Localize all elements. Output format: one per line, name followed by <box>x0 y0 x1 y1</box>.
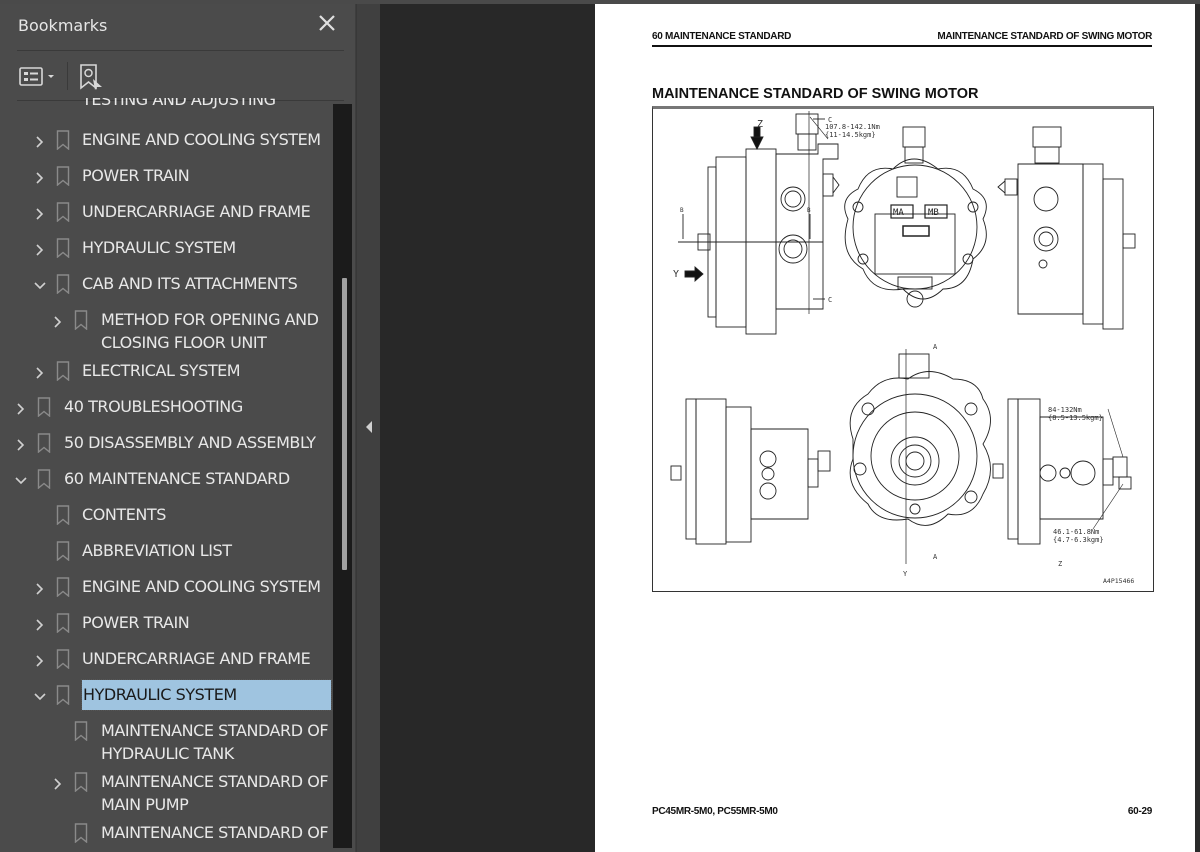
bookmark-icon <box>74 310 88 331</box>
bookmark-label[interactable]: MAINTENANCE STANDARD OF MAIN PUMP <box>101 771 329 816</box>
bookmark-icon <box>56 577 70 598</box>
bookmark-label[interactable]: 60 MAINTENANCE STANDARD <box>64 468 290 491</box>
chevron-down-icon[interactable] <box>33 688 47 702</box>
options-menu-button[interactable] <box>18 64 60 88</box>
chevron-right-icon[interactable] <box>33 364 47 379</box>
bookmarks-toolbar <box>0 54 355 98</box>
torque-br2-nm: 46.1-61.8Nm <box>1053 528 1099 536</box>
bookmark-label[interactable]: TESTING AND ADJUSTING <box>82 98 276 112</box>
label-b-left: B <box>680 207 684 214</box>
side-view-bottom-left <box>670 398 831 545</box>
bookmark-icon <box>56 166 70 187</box>
page-footer-model: PC45MR-5M0, PC55MR-5M0 <box>652 806 778 817</box>
swing-motor-drawing: Z Y B B C C 107.8-142.1Nm {11-14.5kgm} M… <box>652 106 1154 592</box>
chevron-right-icon[interactable] <box>14 400 28 415</box>
label-y-bottom: Y <box>903 570 908 578</box>
torque-top-nm: 107.8-142.1Nm <box>825 123 880 131</box>
bookmarks-scrollbar-thumb[interactable] <box>342 278 347 570</box>
find-current-bookmark-icon <box>80 64 102 90</box>
torque-br1-kgm: {8.5-13.5kgm} <box>1048 414 1103 422</box>
bookmark-label[interactable]: HYDRAULIC SYSTEM <box>81 679 332 711</box>
figure-id: A4P15466 <box>1103 577 1134 585</box>
chevron-right-icon[interactable] <box>51 775 65 790</box>
bookmark-label[interactable]: ELECTRICAL SYSTEM <box>82 360 241 383</box>
bookmark-icon <box>74 721 88 742</box>
chevron-right-icon[interactable] <box>14 436 28 451</box>
bookmark-icon <box>74 823 88 844</box>
chevron-down-icon[interactable] <box>14 472 28 486</box>
bookmark-icon <box>56 130 70 151</box>
bookmark-label[interactable]: METHOD FOR OPENING AND CLOSING FLOOR UNI… <box>101 309 319 354</box>
chevron-right-icon[interactable] <box>33 133 47 148</box>
bookmark-icon <box>56 613 70 634</box>
bookmark-icon <box>56 505 70 526</box>
label-a-top: A <box>933 343 938 351</box>
bookmark-icon <box>37 433 51 454</box>
chevron-right-icon[interactable] <box>33 205 47 220</box>
bookmark-tree: TESTING AND ADJUSTING ENGINE AND COOLING … <box>0 98 332 848</box>
bookmark-icon <box>56 541 70 562</box>
page-header-title: MAINTENANCE STANDARD OF SWING MOTOR <box>937 31 1152 42</box>
page-number: 60-29 <box>1127 806 1152 817</box>
label-z: Z <box>757 119 763 130</box>
label-z-bottom: Z <box>1058 560 1062 568</box>
chevron-right-icon[interactable] <box>33 241 47 256</box>
bookmark-icon <box>37 469 51 490</box>
bookmark-icon <box>56 361 70 382</box>
bookmark-label[interactable]: POWER TRAIN <box>82 612 190 635</box>
chevron-right-icon[interactable] <box>33 616 47 631</box>
bookmark-label[interactable]: UNDERCARRIAGE AND FRAME <box>82 201 311 224</box>
bookmark-icon <box>37 397 51 418</box>
label-c-bottom: C <box>828 296 832 304</box>
bookmark-icon <box>56 202 70 223</box>
bookmark-label[interactable]: 40 TROUBLESHOOTING <box>64 396 243 419</box>
bookmark-icon <box>56 238 70 259</box>
page-header-section: 60 MAINTENANCE STANDARD <box>652 31 792 42</box>
bookmark-icon <box>56 685 70 706</box>
side-view-left <box>678 111 840 335</box>
port-mb-label: MB <box>928 208 939 218</box>
bookmark-label[interactable]: ABBREVIATION LIST <box>82 540 232 563</box>
viewer-right-edge <box>1195 4 1200 852</box>
torque-top-kgm: {11-14.5kgm} <box>825 131 876 139</box>
chevron-right-icon[interactable] <box>33 580 47 595</box>
side-view-right <box>997 126 1136 330</box>
front-view <box>844 126 987 308</box>
bookmarks-title: Bookmarks <box>18 16 108 35</box>
bookmark-label[interactable]: ENGINE AND COOLING SYSTEM <box>82 576 321 599</box>
chevron-right-icon[interactable] <box>51 313 65 328</box>
rear-view <box>849 349 991 564</box>
collapse-panel-left-icon[interactable] <box>364 419 374 435</box>
torque-br1-nm: 84-132Nm <box>1048 406 1082 414</box>
bookmark-label[interactable]: ENGINE AND COOLING SYSTEM <box>82 129 321 152</box>
find-current-bookmark-button[interactable] <box>78 62 106 92</box>
bookmark-label[interactable]: CONTENTS <box>82 504 166 527</box>
bookmark-label[interactable]: POWER TRAIN <box>82 165 190 188</box>
chevron-right-icon[interactable] <box>33 652 47 667</box>
label-b-right: B <box>807 207 811 214</box>
port-ma-label: MA <box>893 208 904 218</box>
bookmarks-header: Bookmarks <box>0 4 355 50</box>
bookmark-label[interactable]: CAB AND ITS ATTACHMENTS <box>82 273 298 296</box>
label-y: Y <box>673 269 679 280</box>
bookmark-icon <box>56 274 70 295</box>
close-icon[interactable] <box>316 12 338 34</box>
torque-br2-kgm: {4.7-6.3kgm} <box>1053 536 1104 544</box>
chevron-down-icon[interactable] <box>33 277 47 291</box>
bookmark-label[interactable]: 50 DISASSEMBLY AND ASSEMBLY <box>64 432 316 455</box>
list-options-icon <box>19 67 54 86</box>
bookmark-label[interactable]: HYDRAULIC SYSTEM <box>82 237 236 260</box>
bookmark-icon <box>56 649 70 670</box>
bookmark-label[interactable]: MAINTENANCE STANDARD OF HYDRAULIC TANK <box>101 720 329 765</box>
chevron-right-icon[interactable] <box>33 169 47 184</box>
toolbar-separator <box>67 62 68 90</box>
header-rule <box>652 45 1152 47</box>
pdf-page: 60 MAINTENANCE STANDARD MAINTENANCE STAN… <box>595 4 1195 852</box>
bookmark-label[interactable]: UNDERCARRIAGE AND FRAME <box>82 648 311 671</box>
bookmark-label[interactable]: MAINTENANCE STANDARD OF <box>101 822 329 845</box>
label-a-bottom: A <box>933 553 938 561</box>
bookmark-icon <box>74 772 88 793</box>
page-title: MAINTENANCE STANDARD OF SWING MOTOR <box>652 86 979 102</box>
divider <box>17 50 344 51</box>
